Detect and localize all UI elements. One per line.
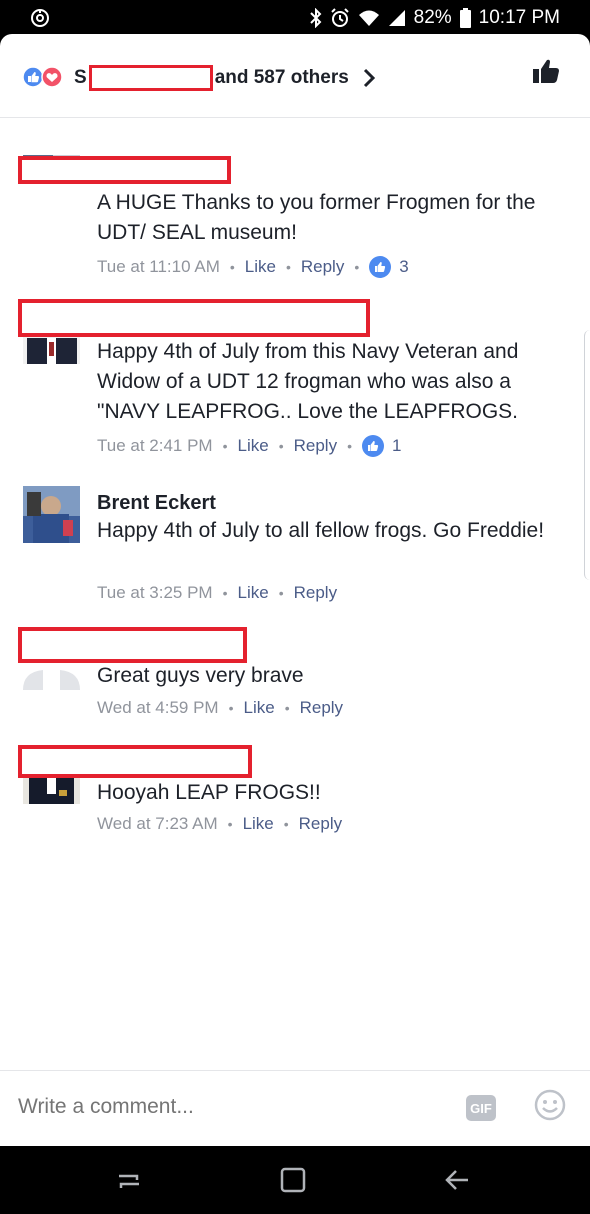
separator-dot: • bbox=[227, 816, 233, 832]
separator-dot: • bbox=[229, 259, 235, 275]
redacted-name-box bbox=[88, 65, 213, 91]
scrollbar[interactable] bbox=[584, 330, 590, 580]
battery-icon bbox=[459, 8, 471, 28]
comment-meta: Tue at 11:10 AM • Like • Reply • 3 bbox=[97, 256, 409, 278]
reply-button[interactable]: Reply bbox=[294, 436, 337, 456]
comment-text: Hooyah LEAP FROGS!! bbox=[97, 781, 321, 804]
gif-button[interactable]: GIF bbox=[466, 1095, 496, 1121]
back-icon[interactable] bbox=[442, 1164, 474, 1196]
redacted-author-name bbox=[18, 745, 252, 778]
likers-count-text: and 587 others bbox=[214, 67, 349, 88]
avatar[interactable] bbox=[23, 774, 80, 804]
like-button[interactable]: Like bbox=[238, 436, 269, 456]
comment-input[interactable] bbox=[18, 1095, 398, 1119]
status-bar: 82% 10:17 PM bbox=[0, 0, 590, 36]
like-badge-icon bbox=[361, 435, 384, 457]
comment-time: Wed at 4:59 PM bbox=[97, 698, 219, 717]
likers-summary[interactable]: S and 587 others bbox=[74, 65, 377, 91]
redacted-author-name bbox=[18, 299, 370, 337]
like-button[interactable]: Like bbox=[243, 814, 274, 834]
love-reaction-icon bbox=[41, 66, 63, 88]
comment-time: Wed at 7:23 AM bbox=[97, 814, 218, 833]
reply-button[interactable]: Reply bbox=[294, 583, 337, 603]
like-button[interactable]: Like bbox=[238, 583, 269, 603]
reply-button[interactable]: Reply bbox=[300, 698, 343, 718]
system-nav-bar bbox=[0, 1146, 590, 1214]
comments-sheet: S and 587 others A HUGE Thanks to you fo… bbox=[0, 34, 590, 1146]
separator-dot: • bbox=[283, 816, 289, 832]
likers-first-initial: S bbox=[74, 67, 87, 88]
separator-dot: • bbox=[228, 700, 234, 716]
like-reaction-icon bbox=[22, 66, 44, 88]
wifi-icon bbox=[358, 10, 379, 26]
avatar[interactable] bbox=[23, 486, 80, 543]
comment-time: Tue at 11:10 AM bbox=[97, 257, 220, 276]
separator-dot: • bbox=[284, 700, 290, 716]
comment-meta: Wed at 7:23 AM • Like • Reply bbox=[97, 814, 342, 834]
comment-composer: GIF bbox=[0, 1070, 590, 1146]
bluetooth-icon bbox=[309, 8, 322, 28]
separator-dot: • bbox=[354, 259, 360, 275]
separator-dot: • bbox=[278, 438, 284, 454]
comment-like-count[interactable]: 1 bbox=[361, 435, 401, 457]
reply-button[interactable]: Reply bbox=[301, 257, 344, 277]
redacted-author-name bbox=[18, 156, 231, 184]
comment-meta: Tue at 3:25 PM • Like • Reply bbox=[97, 583, 337, 603]
comment-text: Happy 4th of July to all fellow frogs. G… bbox=[97, 519, 545, 542]
alarm-icon bbox=[330, 8, 349, 27]
like-thumb-icon[interactable] bbox=[532, 58, 560, 84]
chevron-right-icon bbox=[363, 68, 375, 88]
home-icon[interactable] bbox=[277, 1164, 309, 1196]
like-button[interactable]: Like bbox=[245, 257, 276, 277]
separator-dot: • bbox=[285, 259, 291, 275]
comment-meta: Tue at 2:41 PM • Like • Reply • 1 bbox=[97, 435, 401, 457]
separator-dot: • bbox=[222, 585, 228, 601]
comment-time: Tue at 3:25 PM bbox=[97, 583, 213, 602]
comment-like-count[interactable]: 3 bbox=[369, 256, 409, 278]
recent-apps-icon[interactable] bbox=[113, 1164, 145, 1196]
like-badge-icon bbox=[369, 256, 392, 278]
reply-button[interactable]: Reply bbox=[299, 814, 342, 834]
battery-percent: 82% bbox=[413, 7, 452, 28]
separator-dot: • bbox=[347, 438, 352, 454]
like-button[interactable]: Like bbox=[244, 698, 275, 718]
emoji-icon[interactable] bbox=[534, 1089, 566, 1121]
redacted-author-name bbox=[18, 627, 247, 663]
comment-time: Tue at 2:41 PM bbox=[97, 436, 213, 455]
separator-dot: • bbox=[278, 585, 284, 601]
reactions-header[interactable]: S and 587 others bbox=[0, 34, 590, 118]
comment-meta: Wed at 4:59 PM • Like • Reply bbox=[97, 698, 343, 718]
reaction-icons bbox=[22, 66, 63, 88]
comment-author-name[interactable]: Brent Eckert bbox=[97, 492, 216, 515]
signal-icon bbox=[388, 10, 405, 26]
comment-text: Great guys very brave bbox=[97, 664, 304, 687]
comment-text: Happy 4th of July from this Navy Veteran… bbox=[97, 340, 519, 423]
separator-dot: • bbox=[222, 438, 228, 454]
app-notification-icon bbox=[31, 9, 49, 27]
status-time: 10:17 PM bbox=[478, 7, 560, 28]
comment-text: A HUGE Thanks to you former Frogmen for … bbox=[97, 191, 536, 244]
status-icons: 82% 10:17 PM bbox=[309, 6, 560, 30]
